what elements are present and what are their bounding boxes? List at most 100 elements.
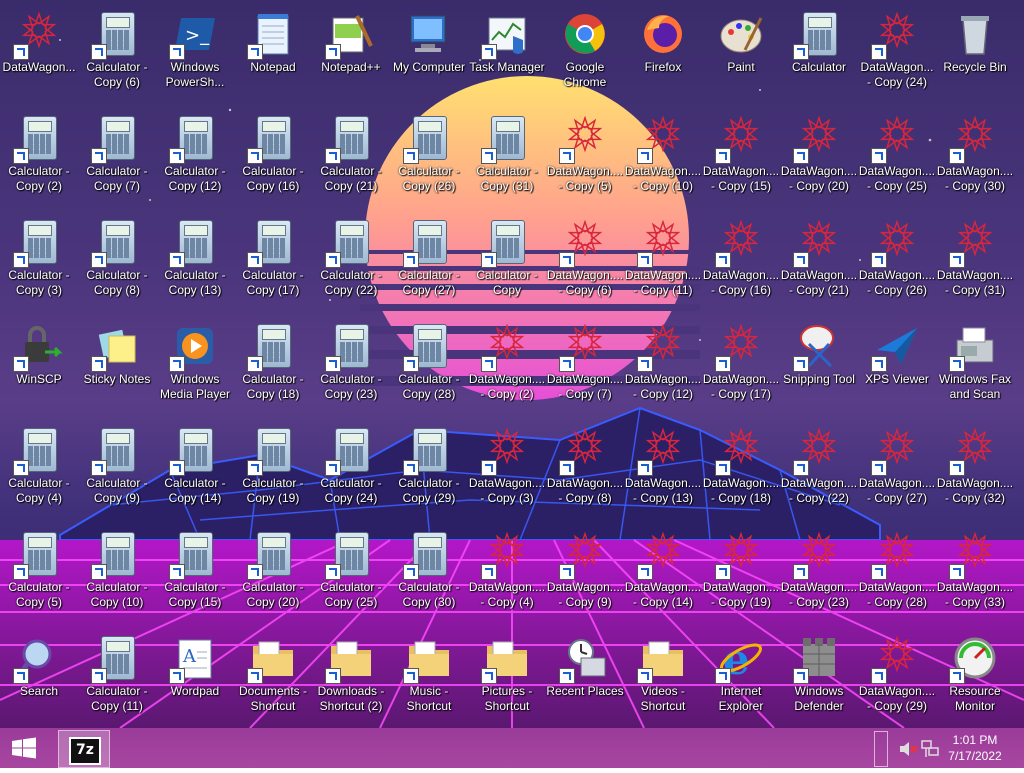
desktop-icon-documents-shortcut[interactable]: Documents - Shortcut [234,628,312,728]
desktop-icon-datawagon-copy-22[interactable]: DataWagon.... - Copy (22) [780,420,858,520]
desktop-icon-calculator-copy-16[interactable]: Calculator - Copy (16) [234,108,312,208]
desktop-icon-search[interactable]: Search [0,628,78,728]
desktop[interactable]: DataWagon... Calculator - Copy (6) >_ Windo… [0,0,1024,728]
desktop-icon-pictures-shortcut[interactable]: Pictures - Shortcut [468,628,546,728]
desktop-icon-datawagon-copy-8[interactable]: DataWagon.... - Copy (8) [546,420,624,520]
desktop-icon-calculator-copy-21[interactable]: Calculator - Copy (21) [312,108,390,208]
desktop-icon-notepad[interactable]: Notepad++ [312,4,390,104]
desktop-icon-datawagon-copy-14[interactable]: DataWagon.... - Copy (14) [624,524,702,624]
desktop-icon-internet-explorer[interactable]: e Internet Explorer [702,628,780,728]
clock[interactable]: 1:01 PM 7/17/2022 [940,732,1010,764]
desktop-icon-calculator-copy-18[interactable]: Calculator - Copy (18) [234,316,312,416]
desktop-icon-calculator-copy-20[interactable]: Calculator - Copy (20) [234,524,312,624]
desktop-icon-music-shortcut[interactable]: Music - Shortcut [390,628,468,728]
desktop-icon-downloads-shortcut-2[interactable]: Downloads - Shortcut (2) [312,628,390,728]
desktop-icon-datawagon-copy-32[interactable]: DataWagon.... - Copy (32) [936,420,1014,520]
desktop-icon-calculator-copy-10[interactable]: Calculator - Copy (10) [78,524,156,624]
desktop-icon-datawagon-copy-25[interactable]: DataWagon.... - Copy (25) [858,108,936,208]
desktop-icon-calculator-copy-2[interactable]: Calculator - Copy (2) [0,108,78,208]
desktop-icon-wordpad[interactable]: A Wordpad [156,628,234,728]
desktop-icon-calculator-copy-4[interactable]: Calculator - Copy (4) [0,420,78,520]
desktop-icon-calculator-copy-31[interactable]: Calculator - Copy (31) [468,108,546,208]
desktop-icon-calculator-copy-15[interactable]: Calculator - Copy (15) [156,524,234,624]
desktop-icon-datawagon[interactable]: DataWagon... [0,4,78,104]
desktop-icon-calculator-copy-6[interactable]: Calculator - Copy (6) [78,4,156,104]
desktop-icon-datawagon-copy-31[interactable]: DataWagon.... - Copy (31) [936,212,1014,312]
desktop-icon-datawagon-copy-18[interactable]: DataWagon.... - Copy (18) [702,420,780,520]
desktop-icon-firefox[interactable]: Firefox [624,4,702,104]
desktop-icon-paint[interactable]: Paint [702,4,780,104]
desktop-icon-datawagon-copy-29[interactable]: DataWagon.... - Copy (29) [858,628,936,728]
desktop-icon-datawagon-copy-26[interactable]: DataWagon.... - Copy (26) [858,212,936,312]
desktop-icon-datawagon-copy-27[interactable]: DataWagon.... - Copy (27) [858,420,936,520]
show-hidden-icons-button[interactable] [874,731,888,767]
desktop-icon-datawagon-copy-16[interactable]: DataWagon.... - Copy (16) [702,212,780,312]
desktop-icon-calculator-copy-17[interactable]: Calculator - Copy (17) [234,212,312,312]
desktop-icon-datawagon-copy-33[interactable]: DataWagon.... - Copy (33) [936,524,1014,624]
shortcut-arrow-icon [325,356,341,372]
speaker-muted-icon[interactable] [898,739,918,759]
desktop-icon-datawagon-copy-12[interactable]: DataWagon.... - Copy (12) [624,316,702,416]
desktop-icon-datawagon-copy-7[interactable]: DataWagon.... - Copy (7) [546,316,624,416]
desktop-icon-calculator-copy-19[interactable]: Calculator - Copy (19) [234,420,312,520]
desktop-icon-winscp[interactable]: WinSCP [0,316,78,416]
desktop-icon-datawagon-copy-15[interactable]: DataWagon.... - Copy (15) [702,108,780,208]
desktop-icon-calculator-copy-11[interactable]: Calculator - Copy (11) [78,628,156,728]
desktop-icon-calculator-copy-23[interactable]: Calculator - Copy (23) [312,316,390,416]
desktop-icon-notepad[interactable]: Notepad [234,4,312,104]
desktop-icon-snipping-tool[interactable]: Snipping Tool [780,316,858,416]
desktop-icon-calculator-copy-24[interactable]: Calculator - Copy (24) [312,420,390,520]
start-button[interactable] [0,728,48,768]
desktop-icon-calculator-copy-27[interactable]: Calculator - Copy (27) [390,212,468,312]
desktop-icon-datawagon-copy-20[interactable]: DataWagon.... - Copy (20) [780,108,858,208]
desktop-icon-calculator-copy-7[interactable]: Calculator - Copy (7) [78,108,156,208]
desktop-icon-calculator-copy-30[interactable]: Calculator - Copy (30) [390,524,468,624]
desktop-icon-datawagon-copy-10[interactable]: DataWagon.... - Copy (10) [624,108,702,208]
desktop-icon-recycle-bin[interactable]: Recycle Bin [936,4,1014,104]
desktop-icon-datawagon-copy-6[interactable]: DataWagon.... - Copy (6) [546,212,624,312]
desktop-icon-calculator-copy-25[interactable]: Calculator - Copy (25) [312,524,390,624]
desktop-icon-datawagon-copy-3[interactable]: DataWagon.... - Copy (3) [468,420,546,520]
desktop-icon-windows-media-player[interactable]: Windows Media Player [156,316,234,416]
desktop-icon-calculator-copy-5[interactable]: Calculator - Copy (5) [0,524,78,624]
desktop-icon-datawagon-copy-19[interactable]: DataWagon.... - Copy (19) [702,524,780,624]
desktop-icon-calculator-copy-28[interactable]: Calculator - Copy (28) [390,316,468,416]
desktop-icon-calculator-copy-13[interactable]: Calculator - Copy (13) [156,212,234,312]
desktop-icon-datawagon-copy-13[interactable]: DataWagon.... - Copy (13) [624,420,702,520]
desktop-icon-datawagon-copy-17[interactable]: DataWagon.... - Copy (17) [702,316,780,416]
desktop-icon-calculator-copy-26[interactable]: Calculator - Copy (26) [390,108,468,208]
desktop-icon-datawagon-copy-5[interactable]: DataWagon.... - Copy (5) [546,108,624,208]
desktop-icon-datawagon-copy-30[interactable]: DataWagon.... - Copy (30) [936,108,1014,208]
desktop-icon-sticky-notes[interactable]: Sticky Notes [78,316,156,416]
desktop-icon-google-chrome[interactable]: Google Chrome [546,4,624,104]
shortcut-arrow-icon [169,44,185,60]
desktop-icon-datawagon-copy-2[interactable]: DataWagon.... - Copy (2) [468,316,546,416]
desktop-icon-calculator-copy-29[interactable]: Calculator - Copy (29) [390,420,468,520]
taskbar-app-7zip[interactable]: 7z [58,730,110,768]
desktop-icon-windows-powersh[interactable]: >_ Windows PowerSh... [156,4,234,104]
desktop-icon-recent-places[interactable]: Recent Places [546,628,624,728]
desktop-icon-calculator[interactable]: Calculator [780,4,858,104]
desktop-icon-calculator-copy[interactable]: Calculator - Copy [468,212,546,312]
desktop-icon-datawagon-copy-9[interactable]: DataWagon.... - Copy (9) [546,524,624,624]
desktop-icon-my-computer[interactable]: My Computer [390,4,468,104]
desktop-icon-resource-monitor[interactable]: Resource Monitor [936,628,1014,728]
desktop-icon-datawagon-copy-21[interactable]: DataWagon.... - Copy (21) [780,212,858,312]
desktop-icon-calculator-copy-3[interactable]: Calculator - Copy (3) [0,212,78,312]
desktop-icon-xps-viewer[interactable]: XPS Viewer [858,316,936,416]
desktop-icon-windows-defender[interactable]: Windows Defender [780,628,858,728]
desktop-icon-calculator-copy-12[interactable]: Calculator - Copy (12) [156,108,234,208]
network-icon[interactable] [920,739,940,759]
desktop-icon-datawagon-copy-24[interactable]: DataWagon... - Copy (24) [858,4,936,104]
desktop-icon-datawagon-copy-11[interactable]: DataWagon.... - Copy (11) [624,212,702,312]
desktop-icon-datawagon-copy-23[interactable]: DataWagon.... - Copy (23) [780,524,858,624]
desktop-icon-task-manager[interactable]: Task Manager [468,4,546,104]
desktop-icon-calculator-copy-22[interactable]: Calculator - Copy (22) [312,212,390,312]
desktop-icon-calculator-copy-14[interactable]: Calculator - Copy (14) [156,420,234,520]
desktop-icon-videos-shortcut[interactable]: Videos - Shortcut [624,628,702,728]
desktop-icon-windows-fax-and-scan[interactable]: Windows Fax and Scan [936,316,1014,416]
desktop-icon-datawagon-copy-4[interactable]: DataWagon.... - Copy (4) [468,524,546,624]
desktop-icon-calculator-copy-8[interactable]: Calculator - Copy (8) [78,212,156,312]
desktop-icon-calculator-copy-9[interactable]: Calculator - Copy (9) [78,420,156,520]
desktop-icon-datawagon-copy-28[interactable]: DataWagon.... - Copy (28) [858,524,936,624]
